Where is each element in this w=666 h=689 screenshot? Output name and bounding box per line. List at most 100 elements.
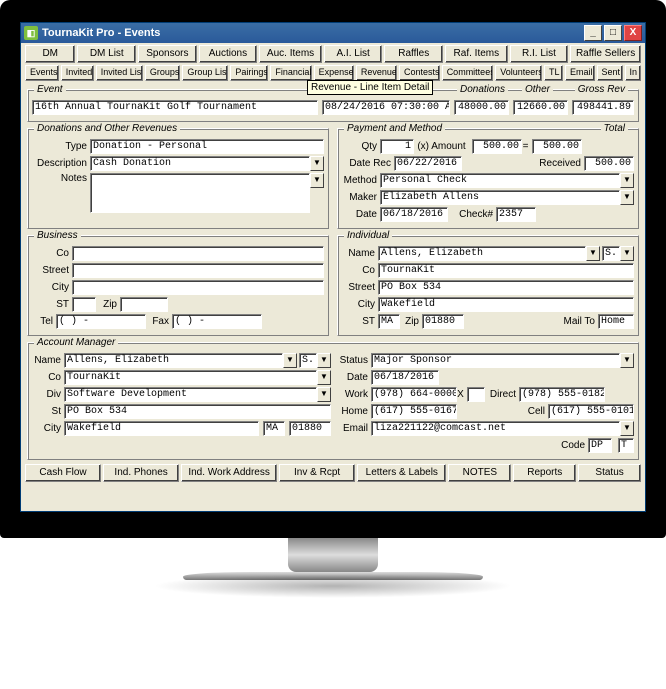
tb-sponsors[interactable]: Sponsors <box>138 45 197 63</box>
ast-input[interactable]: PO Box 534 <box>64 404 331 419</box>
aname-dropdown[interactable]: ▼ <box>283 353 297 368</box>
bcity-input[interactable] <box>72 280 324 295</box>
bstreet-input[interactable] <box>72 263 324 278</box>
istreet-input[interactable]: PO Box 534 <box>378 280 634 295</box>
type-input[interactable]: Donation - Personal <box>90 139 324 154</box>
tb-rafitems[interactable]: Raf. Items <box>445 45 508 63</box>
tab-in[interactable]: In <box>625 65 642 81</box>
event-datetime-input[interactable]: 08/24/2016 07:30:00 AM <box>322 100 450 115</box>
code-input[interactable]: DP <box>588 438 612 453</box>
code2-input[interactable]: T <box>618 438 634 453</box>
event-val1[interactable]: 48000.00 <box>454 100 509 115</box>
tb-dmlist[interactable]: DM List <box>77 45 136 63</box>
mailto-input[interactable]: Home <box>598 314 634 329</box>
event-donations[interactable]: 12660.00 <box>513 100 568 115</box>
icity-input[interactable]: Wakefield <box>378 297 634 312</box>
tab-revenue[interactable]: Revenue <box>356 65 397 81</box>
tab-contests[interactable]: Contests <box>399 65 440 81</box>
iname-input[interactable]: Allens, Elizabeth <box>378 246 586 261</box>
tb-auctions[interactable]: Auctions <box>199 45 258 63</box>
astc-input[interactable]: MA <box>263 421 285 436</box>
btel-input[interactable]: ( ) - <box>56 314 146 329</box>
tab-invitedlist[interactable]: Invited List <box>96 65 143 81</box>
tab-financial[interactable]: Financial <box>270 65 311 81</box>
check-input[interactable]: 2357 <box>496 207 536 222</box>
method-input[interactable]: Personal Check <box>380 173 620 188</box>
qty-input[interactable]: 1 <box>380 139 414 154</box>
email-input[interactable]: liza221122@comcast.net <box>371 421 620 436</box>
tab-grouplist[interactable]: Group List <box>182 65 228 81</box>
tab-invited[interactable]: Invited <box>61 65 94 81</box>
notes-dropdown[interactable]: ▼ <box>310 173 324 188</box>
tab-groups[interactable]: Groups <box>145 65 181 81</box>
tab-expense[interactable]: Expense <box>314 65 354 81</box>
close-button[interactable]: X <box>624 25 642 41</box>
status-dropdown[interactable]: ▼ <box>620 353 634 368</box>
acity-input[interactable]: Wakefield <box>64 421 259 436</box>
amount-input[interactable]: 500.00 <box>472 139 522 154</box>
tab-committees[interactable]: Committees <box>442 65 494 81</box>
btn-status[interactable]: Status <box>578 464 641 482</box>
notes-input[interactable] <box>90 173 310 213</box>
tab-sent[interactable]: Sent <box>597 65 623 81</box>
email-dropdown[interactable]: ▼ <box>620 421 634 436</box>
bco-input[interactable] <box>72 246 324 261</box>
event-gross[interactable]: 498441.89 <box>572 100 634 115</box>
xval-input[interactable] <box>467 387 485 402</box>
minimize-button[interactable]: _ <box>584 25 602 41</box>
iname-sfx[interactable]: S. <box>602 246 620 261</box>
cell-input[interactable]: (617) 555-0101 <box>548 404 634 419</box>
ico-input[interactable]: TournaKit <box>378 263 634 278</box>
iname-dropdown[interactable]: ▼ <box>586 246 600 261</box>
tb-ailist[interactable]: A.I. List <box>324 45 383 63</box>
tb-aucitems[interactable]: Auc. Items <box>259 45 322 63</box>
tab-volunteers[interactable]: Volunteers <box>495 65 542 81</box>
btn-indphones[interactable]: Ind. Phones <box>103 464 179 482</box>
work-input[interactable]: (978) 664-0000 <box>371 387 457 402</box>
btn-reports[interactable]: Reports <box>513 464 576 482</box>
maker-dropdown[interactable]: ▼ <box>620 190 634 205</box>
btn-invrcpt[interactable]: Inv & Rcpt <box>279 464 355 482</box>
adiv-input[interactable]: Software Development <box>64 387 317 402</box>
received-input[interactable]: 500.00 <box>584 156 634 171</box>
btn-letters[interactable]: Letters & Labels <box>357 464 446 482</box>
btn-notes[interactable]: NOTES <box>448 464 511 482</box>
direct-input[interactable]: (978) 555-0182 <box>519 387 605 402</box>
pdate-input[interactable]: 06/18/2016 <box>380 207 448 222</box>
ist-input[interactable]: MA <box>378 314 400 329</box>
method-dropdown[interactable]: ▼ <box>620 173 634 188</box>
btn-cashflow[interactable]: Cash Flow <box>25 464 101 482</box>
aname-sfx[interactable]: S. <box>299 353 317 368</box>
tb-rafsellers[interactable]: Raffle Sellers <box>570 45 641 63</box>
daterec-input[interactable]: 06/22/2016 <box>394 156 462 171</box>
home-input[interactable]: (617) 555-0167 <box>371 404 457 419</box>
bzip-input[interactable] <box>120 297 168 312</box>
tb-rilist[interactable]: R.I. List <box>510 45 569 63</box>
tb-raffles[interactable]: Raffles <box>384 45 443 63</box>
tab-email[interactable]: Email <box>565 65 594 81</box>
aname-input[interactable]: Allens, Elizabeth <box>64 353 283 368</box>
event-name-input[interactable]: 16th Annual TournaKit Golf Tournament <box>32 100 318 115</box>
tab-pairings[interactable]: Pairings <box>230 65 268 81</box>
tab-events[interactable]: Events <box>25 65 59 81</box>
adiv-dropdown[interactable]: ▼ <box>317 387 331 402</box>
aname-sfx-dropdown[interactable]: ▼ <box>317 353 331 368</box>
izip-input[interactable]: 01880 <box>422 314 464 329</box>
adate-input[interactable]: 06/18/2016 <box>371 370 439 385</box>
iname-sfx-dropdown[interactable]: ▼ <box>620 246 634 261</box>
description-input[interactable]: Cash Donation <box>90 156 310 171</box>
bfax-input[interactable]: ( ) - <box>172 314 262 329</box>
btn-indworkaddr[interactable]: Ind. Work Address <box>181 464 277 482</box>
total-input[interactable]: 500.00 <box>532 139 582 154</box>
azip-input[interactable]: 01880 <box>289 421 331 436</box>
tb-dm[interactable]: DM <box>25 45 75 63</box>
aco-input[interactable]: TournaKit <box>64 370 317 385</box>
label-ast: St <box>32 406 64 417</box>
bst-input[interactable] <box>72 297 96 312</box>
tab-tl[interactable]: TL <box>544 65 563 81</box>
aco-dropdown[interactable]: ▼ <box>317 370 331 385</box>
maximize-button[interactable]: □ <box>604 25 622 41</box>
description-dropdown[interactable]: ▼ <box>310 156 324 171</box>
maker-input[interactable]: Elizabeth Allens <box>380 190 620 205</box>
status-input[interactable]: Major Sponsor <box>371 353 620 368</box>
